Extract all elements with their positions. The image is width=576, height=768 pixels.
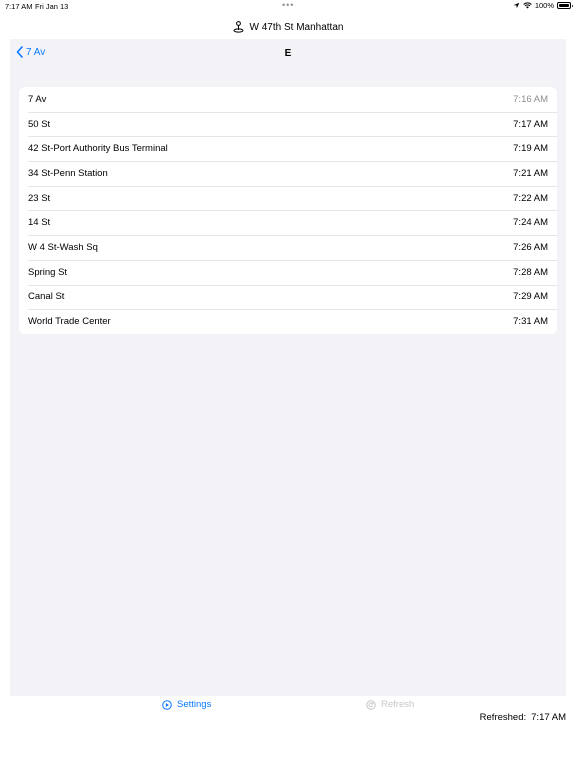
refreshed-status: Refreshed: 7:17 AM [480, 712, 566, 723]
list-item[interactable]: Spring St 7:28 AM [19, 259, 557, 285]
page-title: E [284, 48, 292, 59]
list-item[interactable]: W 4 St-Wash Sq 7:26 AM [19, 235, 557, 260]
location-pin-icon [233, 21, 244, 33]
stop-name: 7 Av [28, 93, 47, 105]
list-item[interactable]: Canal St 7:29 AM [19, 284, 557, 310]
stop-time: 7:16 AM [513, 93, 548, 105]
list-item[interactable]: 50 St 7:17 AM [19, 111, 557, 137]
stop-name: Spring St [28, 266, 68, 278]
stop-time: 7:29 AM [513, 291, 548, 303]
location-title: W 47th St Manhattan [249, 21, 344, 33]
main-panel: 7 Av E 7 Av 7:16 AM 50 St 7:17 AM 42 St-… [10, 39, 566, 696]
list-item[interactable]: World Trade Center 7:31 AM [19, 309, 557, 334]
multitasking-dots[interactable]: ••• [282, 0, 294, 10]
stops-list: 7 Av 7:16 AM 50 St 7:17 AM 42 St-Port Au… [19, 87, 557, 334]
list-item[interactable]: 14 St 7:24 AM [19, 210, 557, 235]
refresh-icon [366, 699, 376, 710]
refresh-label: Refresh [381, 699, 415, 710]
stop-time: 7:21 AM [513, 167, 548, 179]
stop-time: 7:17 AM [513, 118, 548, 130]
stop-time: 7:28 AM [513, 266, 548, 278]
status-date: Fri Jan 13 [35, 2, 69, 11]
stop-name: W 4 St-Wash Sq [28, 241, 98, 253]
stop-name: 23 St [28, 192, 51, 204]
stop-time: 7:22 AM [513, 192, 548, 204]
settings-icon [162, 699, 172, 710]
stop-name: 50 St [28, 118, 51, 130]
stop-name: 42 St-Port Authority Bus Terminal [28, 143, 168, 155]
location-arrow-icon [513, 2, 520, 9]
list-item[interactable]: 42 St-Port Authority Bus Terminal 7:19 A… [19, 136, 557, 161]
status-indicators: 100% [513, 1, 573, 10]
stop-time: 7:31 AM [513, 316, 548, 328]
battery-icon [557, 2, 573, 9]
wifi-icon [523, 2, 532, 9]
location-header: W 47th St Manhattan [0, 18, 576, 36]
stop-name: 14 St [28, 217, 51, 229]
list-item[interactable]: 23 St 7:22 AM [19, 185, 557, 211]
stop-time: 7:24 AM [513, 217, 548, 229]
refresh-button[interactable]: Refresh [366, 699, 414, 710]
stop-time: 7:19 AM [513, 143, 548, 155]
stop-name: World Trade Center [28, 316, 111, 328]
stop-time: 7:26 AM [513, 241, 548, 253]
status-time: 7:17 AM [5, 2, 33, 11]
battery-percent: 100% [534, 1, 554, 10]
stop-name: Canal St [28, 291, 65, 303]
refreshed-label: Refreshed: [479, 712, 527, 723]
settings-label: Settings [177, 699, 212, 710]
list-item[interactable]: 34 St-Penn Station 7:21 AM [19, 161, 557, 186]
settings-button[interactable]: Settings [162, 699, 211, 710]
status-bar: 7:17 AM Fri Jan 13 ••• 100% [0, 0, 576, 12]
stop-name: 34 St-Penn Station [28, 167, 108, 179]
nav-bar: 7 Av E [10, 39, 566, 67]
list-item[interactable]: 7 Av 7:16 AM [19, 87, 557, 112]
refreshed-time: 7:17 AM [531, 712, 566, 723]
